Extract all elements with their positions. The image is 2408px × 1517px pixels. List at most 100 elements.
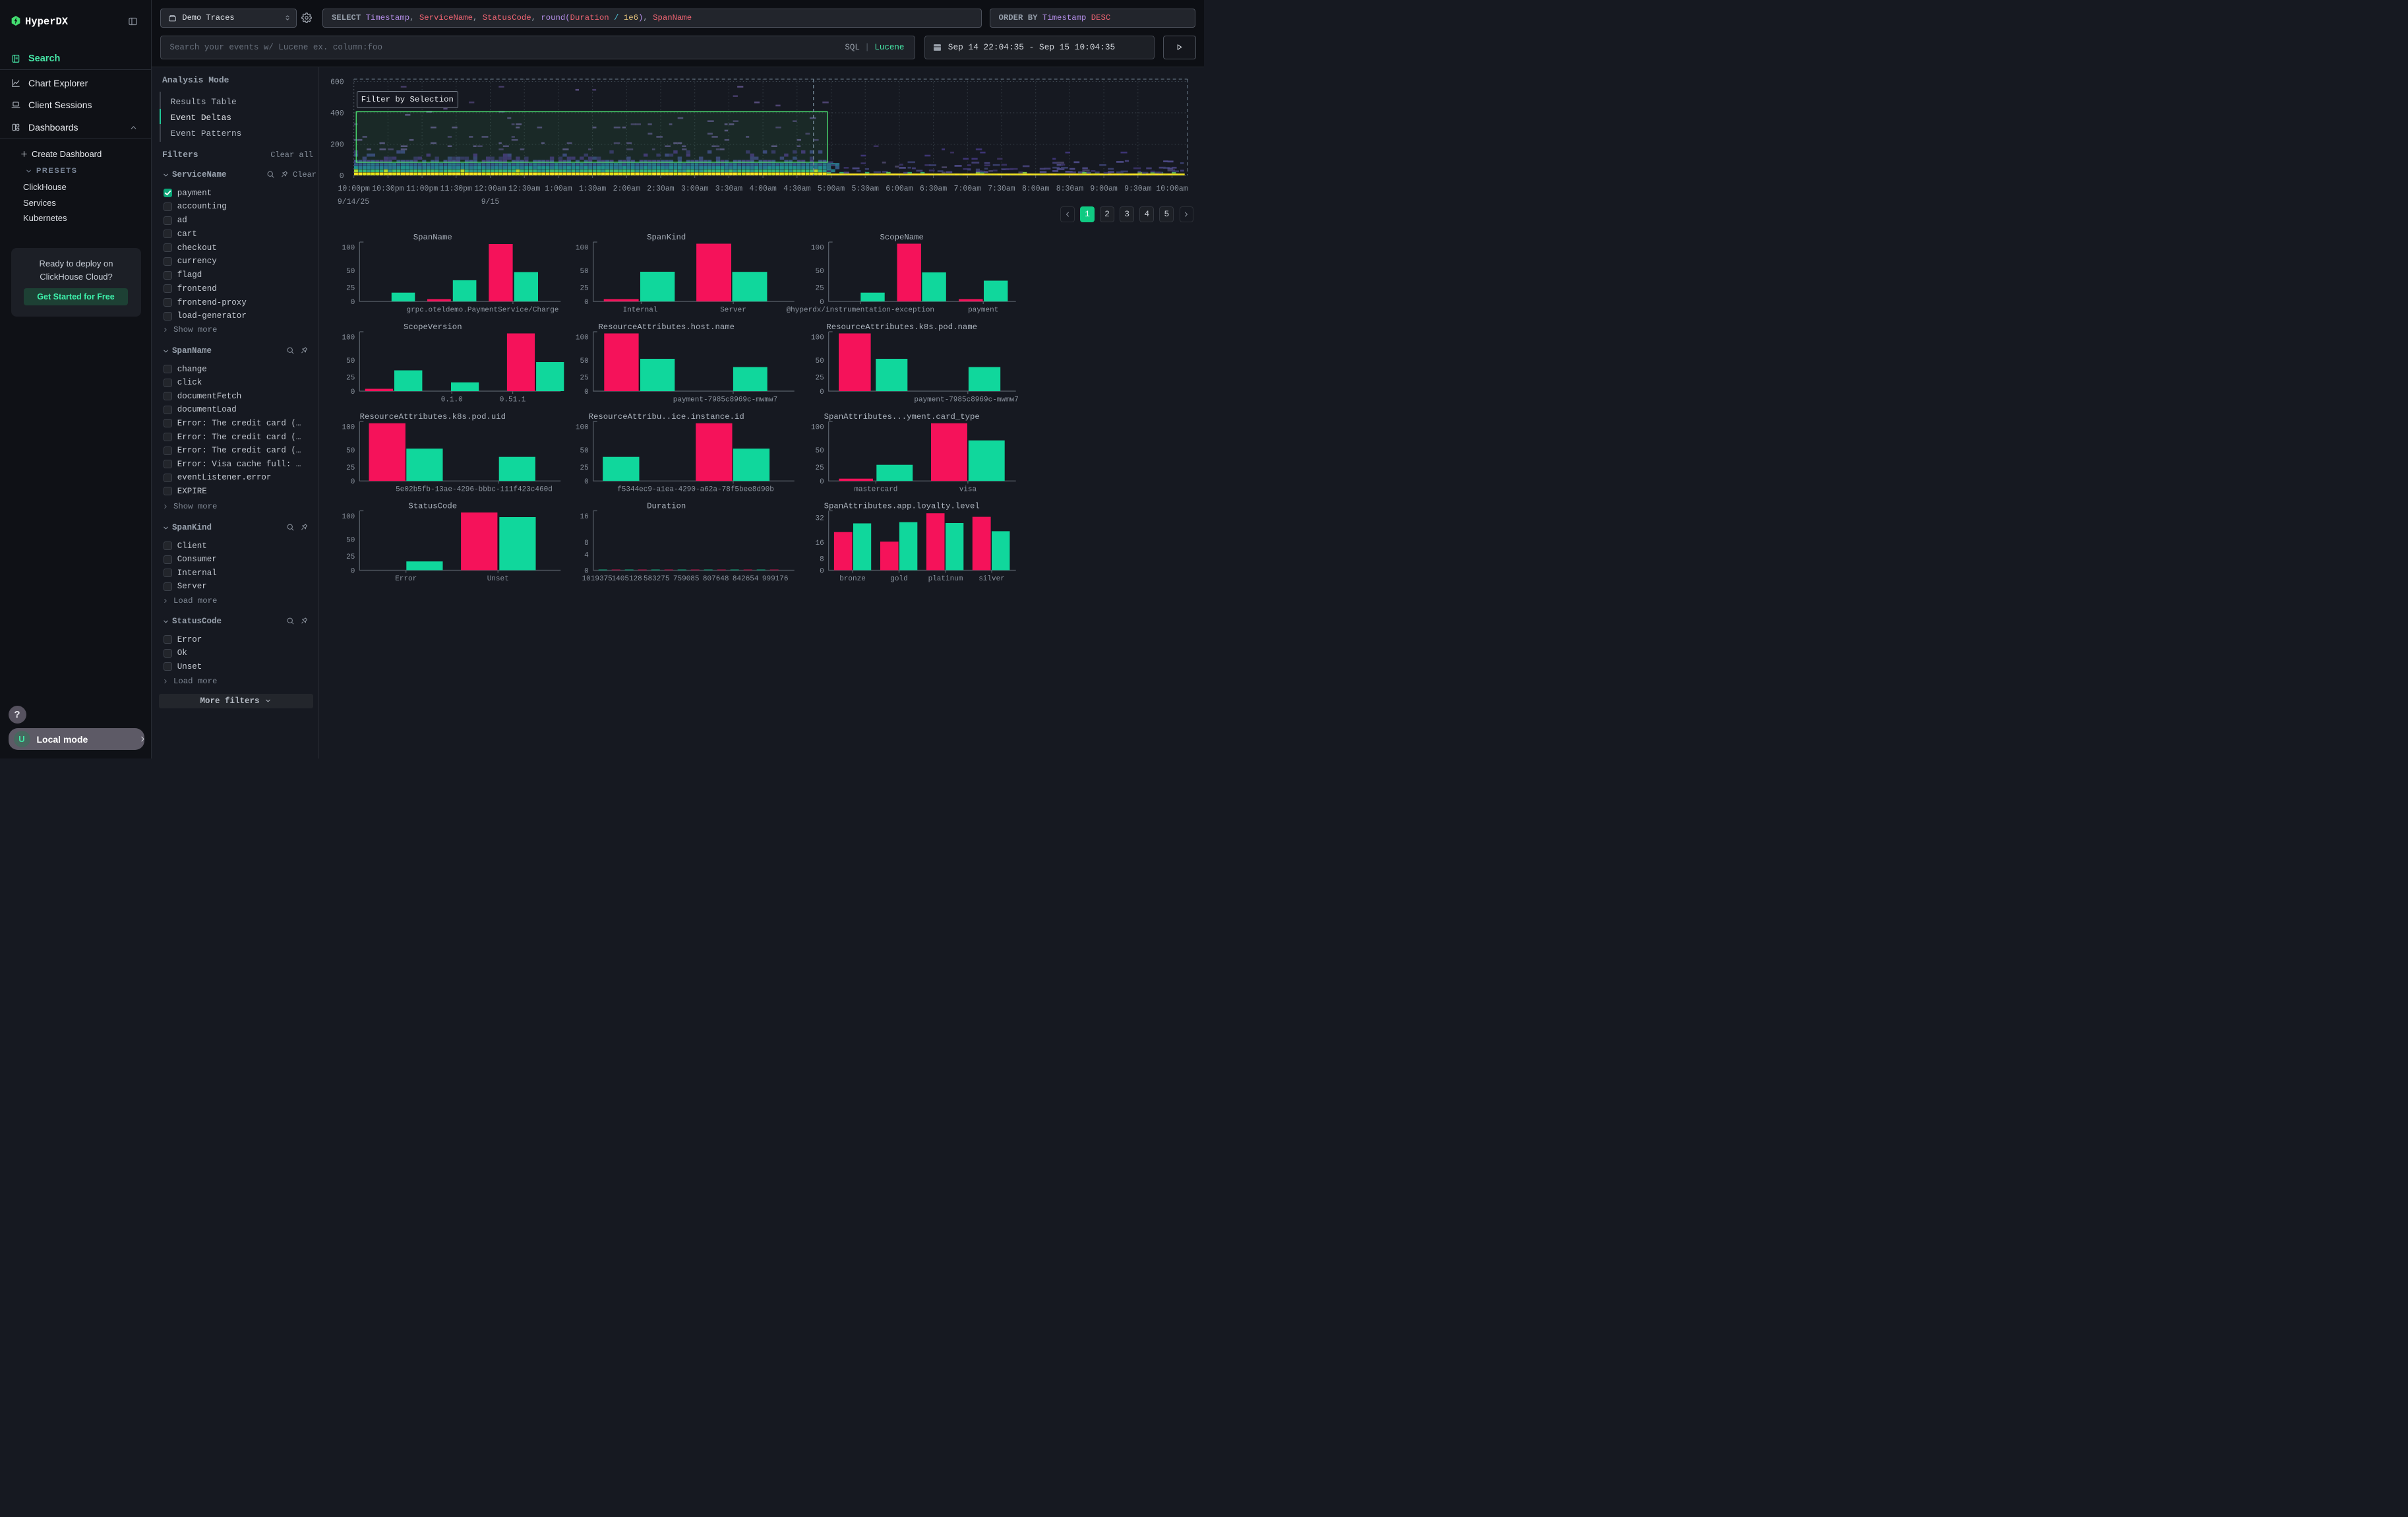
svg-text:600: 600: [330, 78, 344, 87]
svg-text:100: 100: [342, 513, 355, 521]
svg-text:Server: Server: [720, 307, 746, 315]
svg-text:0: 0: [351, 568, 355, 576]
svg-text:Internal: Internal: [623, 307, 658, 315]
svg-text:0: 0: [584, 568, 589, 576]
svg-text:100: 100: [811, 424, 824, 432]
svg-text:SpanAttributes...yment.card_ty: SpanAttributes...yment.card_type: [824, 412, 980, 421]
svg-text:50: 50: [815, 357, 824, 365]
svg-text:0: 0: [351, 299, 355, 307]
svg-text:12:30am: 12:30am: [508, 185, 540, 193]
svg-text:payment-7985c8969c-mwmw7: payment-7985c8969c-mwmw7: [673, 396, 777, 404]
svg-text:25: 25: [580, 464, 588, 472]
svg-text:9/14/25: 9/14/25: [338, 198, 369, 206]
svg-text:100: 100: [576, 334, 589, 342]
svg-text:3:30am: 3:30am: [715, 185, 743, 193]
svg-text:0: 0: [820, 568, 824, 576]
svg-text:50: 50: [346, 447, 355, 455]
svg-text:100: 100: [342, 424, 355, 432]
svg-text:5:00am: 5:00am: [818, 185, 845, 193]
svg-text:25: 25: [580, 285, 588, 293]
svg-text:SpanKind: SpanKind: [647, 233, 686, 242]
svg-text:ResourceAttributes.k8s.pod.nam: ResourceAttributes.k8s.pod.name: [826, 323, 977, 332]
svg-text:842654: 842654: [733, 575, 759, 583]
svg-text:0: 0: [820, 478, 824, 486]
svg-text:50: 50: [346, 268, 355, 276]
svg-text:12:00am: 12:00am: [474, 185, 506, 193]
svg-text:9:30am: 9:30am: [1124, 185, 1152, 193]
svg-text:1405128: 1405128: [612, 575, 642, 583]
svg-text:10:00am: 10:00am: [1156, 185, 1188, 193]
svg-text:0: 0: [820, 388, 824, 396]
svg-text:25: 25: [346, 553, 355, 561]
svg-text:6:00am: 6:00am: [886, 185, 913, 193]
svg-text:0: 0: [584, 299, 589, 307]
svg-text:200: 200: [330, 141, 344, 150]
svg-text:25: 25: [580, 375, 588, 383]
svg-text:4: 4: [584, 551, 589, 559]
svg-text:0.51.1: 0.51.1: [500, 396, 526, 404]
svg-text:400: 400: [330, 109, 344, 118]
svg-text:1:00am: 1:00am: [545, 185, 572, 193]
svg-text:0: 0: [820, 299, 824, 307]
svg-text:ScopeVersion: ScopeVersion: [404, 323, 462, 332]
svg-text:0: 0: [340, 172, 344, 181]
svg-text:3:00am: 3:00am: [681, 185, 709, 193]
svg-text:11:30pm: 11:30pm: [440, 185, 472, 193]
svg-text:50: 50: [815, 447, 824, 455]
svg-text:0: 0: [584, 478, 589, 486]
svg-text:4:00am: 4:00am: [749, 185, 777, 193]
svg-text:2:00am: 2:00am: [613, 185, 641, 193]
svg-text:759085: 759085: [673, 575, 700, 583]
svg-text:ResourceAttribu..ice.instance.: ResourceAttribu..ice.instance.id: [589, 412, 744, 421]
svg-text:6:30am: 6:30am: [920, 185, 948, 193]
svg-text:SpanAttributes.app.loyalty.lev: SpanAttributes.app.loyalty.level: [824, 502, 980, 511]
svg-text:25: 25: [815, 464, 824, 472]
svg-text:1019375: 1019375: [582, 575, 613, 583]
svg-text:100: 100: [342, 334, 355, 342]
svg-text:999176: 999176: [762, 575, 789, 583]
svg-text:f5344ec9-a1ea-4290-a62a-78f5be: f5344ec9-a1ea-4290-a62a-78f5bee8d90b: [617, 486, 774, 494]
svg-text:8: 8: [820, 556, 824, 564]
svg-text:8:00am: 8:00am: [1022, 185, 1050, 193]
svg-text:payment: payment: [968, 307, 998, 315]
svg-text:payment-7985c8969c-mwmw7: payment-7985c8969c-mwmw7: [914, 396, 1018, 404]
svg-text:ResourceAttributes.host.name: ResourceAttributes.host.name: [598, 323, 735, 332]
svg-text:silver: silver: [978, 575, 1005, 583]
svg-text:2:30am: 2:30am: [647, 185, 675, 193]
svg-text:100: 100: [342, 245, 355, 253]
svg-text:7:00am: 7:00am: [954, 185, 982, 193]
svg-text:bronze: bronze: [839, 575, 866, 583]
svg-text:8: 8: [584, 540, 589, 547]
svg-text:100: 100: [811, 334, 824, 342]
svg-text:StatusCode: StatusCode: [408, 502, 457, 511]
svg-text:0: 0: [351, 478, 355, 486]
svg-text:50: 50: [580, 268, 588, 276]
svg-text:0: 0: [351, 388, 355, 396]
svg-text:25: 25: [815, 285, 824, 293]
svg-text:0.1.0: 0.1.0: [441, 396, 463, 404]
svg-text:50: 50: [580, 357, 588, 365]
svg-text:Unset: Unset: [487, 575, 509, 583]
svg-text:ResourceAttributes.k8s.pod.uid: ResourceAttributes.k8s.pod.uid: [360, 412, 506, 421]
svg-text:50: 50: [346, 357, 355, 365]
svg-text:5:30am: 5:30am: [851, 185, 879, 193]
svg-text:25: 25: [346, 285, 355, 293]
svg-text:visa: visa: [959, 486, 977, 494]
svg-text:platinum: platinum: [928, 575, 963, 583]
svg-text:9/15: 9/15: [481, 198, 500, 206]
svg-text:11:00pm: 11:00pm: [406, 185, 438, 193]
svg-text:50: 50: [580, 447, 588, 455]
svg-text:100: 100: [576, 245, 589, 253]
svg-text:16: 16: [580, 513, 588, 521]
svg-text:8:30am: 8:30am: [1056, 185, 1084, 193]
svg-text:583275: 583275: [644, 575, 670, 583]
svg-text:100: 100: [576, 424, 589, 432]
svg-text:807648: 807648: [703, 575, 729, 583]
svg-text:ScopeName: ScopeName: [880, 233, 923, 242]
svg-text:25: 25: [815, 375, 824, 383]
svg-text:mastercard: mastercard: [854, 486, 897, 494]
svg-text:4:30am: 4:30am: [783, 185, 811, 193]
svg-text:16: 16: [815, 540, 824, 547]
svg-text:@hyperdx/instrumentation-excep: @hyperdx/instrumentation-exception: [787, 307, 934, 315]
svg-text:32: 32: [815, 515, 824, 523]
